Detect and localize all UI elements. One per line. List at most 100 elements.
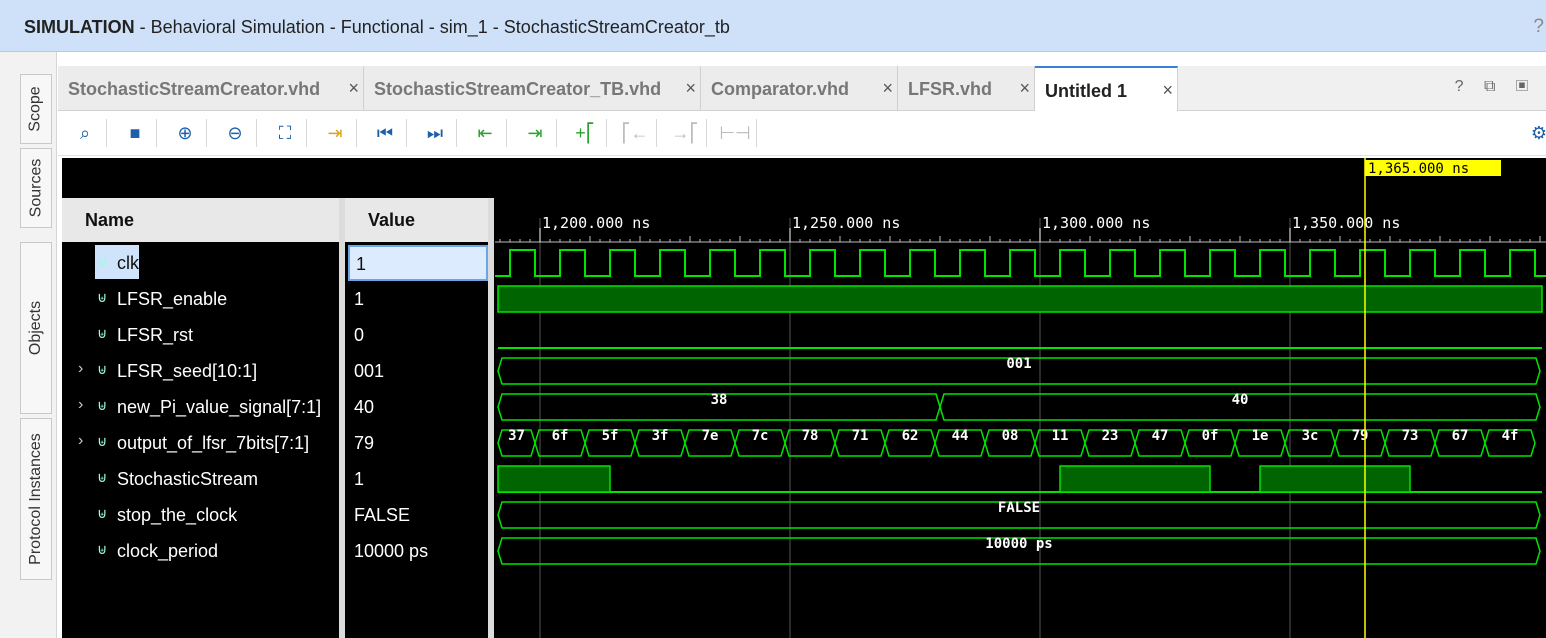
search-icon[interactable]: ⌕ bbox=[72, 120, 98, 146]
lfsr-output-value: 44 bbox=[952, 428, 969, 444]
zoom-fit-icon[interactable]: ⛶ bbox=[272, 120, 298, 146]
chevron-right-icon[interactable]: › bbox=[78, 432, 83, 450]
lfsr-output-value: 4f bbox=[1502, 428, 1519, 444]
stop-the-clock-value: FALSE bbox=[998, 500, 1040, 516]
help-icon[interactable]: ? bbox=[1533, 16, 1544, 38]
tab-label: Untitled 1 bbox=[1045, 81, 1128, 101]
stochastic-stream-high bbox=[497, 465, 611, 493]
tab-lfsr-vhd[interactable]: LFSR.vhd × bbox=[898, 66, 1035, 110]
signal-row-stochasticstream[interactable]: ⊎ StochasticStream bbox=[0, 461, 339, 497]
tab-label: StochasticStreamCreator_TB.vhd bbox=[374, 79, 662, 99]
lfsr-output-value: 08 bbox=[1002, 428, 1019, 444]
go-to-cursor-icon[interactable]: ⇥ bbox=[322, 120, 348, 146]
editor-tab-bar: StochasticStreamCreator.vhd × Stochastic… bbox=[58, 66, 1546, 112]
save-icon[interactable]: ■ bbox=[122, 120, 148, 146]
tick-label: 1,350.000 ns bbox=[1292, 214, 1400, 232]
lfsr-output-value: 1e bbox=[1252, 428, 1269, 444]
lfsr-enable-waveform bbox=[497, 285, 1543, 313]
cursor-time-label: 1,365.000 ns bbox=[1368, 161, 1469, 177]
lfsr-output-value: 3c bbox=[1302, 428, 1319, 444]
tick-label: 1,300.000 ns bbox=[1042, 214, 1150, 232]
signal-row-lfsr-rst[interactable]: ⊎ LFSR_rst bbox=[0, 317, 339, 353]
signal-row-stop-the-clock[interactable]: ⊎ stop_the_clock bbox=[0, 497, 339, 533]
zoom-out-icon[interactable]: ⊖ bbox=[222, 120, 248, 146]
go-to-last-time-icon[interactable]: ⏭ bbox=[422, 120, 448, 146]
bit-signal-icon: ⊎ bbox=[97, 541, 108, 557]
chevron-right-icon[interactable]: › bbox=[78, 360, 83, 378]
wave-toolbar: ⌕ ■ ⊕ ⊖ ⛶ ⇥ ⏮ ⏭ ⇤ ⇥ +⎡ ⎡← →⎡ ⊢⊣ ⚙ bbox=[58, 111, 1546, 156]
wave-divider[interactable] bbox=[488, 198, 494, 638]
tab-stochasticstreamcreator-tb-vhd[interactable]: StochasticStreamCreator_TB.vhd × bbox=[364, 66, 701, 110]
lfsr-output-value: 3f bbox=[652, 428, 669, 444]
go-to-time-0-icon[interactable]: ⏮ bbox=[372, 120, 398, 146]
clk-waveform bbox=[495, 249, 1546, 277]
stochastic-stream-high bbox=[1259, 465, 1411, 493]
tab-label: StochasticStreamCreator.vhd bbox=[68, 79, 321, 99]
tick-label: 1,200.000 ns bbox=[542, 214, 650, 232]
title-bar: SIMULATION - Behavioral Simulation - Fun… bbox=[0, 0, 1546, 52]
close-icon[interactable]: × bbox=[1162, 80, 1173, 101]
tab-label: Comparator.vhd bbox=[711, 79, 850, 99]
bus-signal-icon: ⊎ bbox=[97, 361, 108, 377]
selected-value-field[interactable]: 1 bbox=[348, 245, 488, 281]
close-icon[interactable]: × bbox=[1019, 78, 1030, 99]
close-icon[interactable]: × bbox=[882, 78, 893, 99]
new-pi-value-value: 40 bbox=[1232, 392, 1249, 408]
lfsr-output-value: 0f bbox=[1202, 428, 1219, 444]
swap-cursors-icon[interactable]: ⊢⊣ bbox=[719, 120, 750, 146]
bit-signal-icon: ⊎ bbox=[97, 325, 108, 341]
stochastic-stream-high bbox=[1059, 465, 1211, 493]
previous-transition-icon[interactable]: ⇤ bbox=[472, 120, 498, 146]
lfsr-output-value: 37 bbox=[508, 428, 525, 444]
lfsr-seed-value: 001 bbox=[1006, 356, 1031, 372]
lfsr-output-value: 7c bbox=[752, 428, 769, 444]
next-transition-icon[interactable]: ⇥ bbox=[522, 120, 548, 146]
signal-row-lfsr-enable[interactable]: ⊎ LFSR_enable bbox=[0, 281, 339, 317]
lfsr-output-value: 47 bbox=[1152, 428, 1169, 444]
new-pi-value-value: 38 bbox=[711, 392, 728, 408]
lfsr-output-value: 23 bbox=[1102, 428, 1119, 444]
next-marker-icon[interactable]: →⎡ bbox=[672, 120, 699, 146]
close-icon[interactable]: × bbox=[348, 78, 359, 99]
add-marker-icon[interactable]: +⎡ bbox=[572, 120, 598, 146]
lfsr-output-value: 71 bbox=[852, 428, 869, 444]
lfsr-output-value: 79 bbox=[1352, 428, 1369, 444]
settings-icon[interactable]: ⚙ bbox=[1526, 120, 1546, 146]
lfsr-output-value: 11 bbox=[1052, 428, 1069, 444]
zoom-in-icon[interactable]: ⊕ bbox=[172, 120, 198, 146]
tab-untitled-1[interactable]: Untitled 1 × bbox=[1035, 66, 1178, 112]
bit-signal-icon: ⊎ bbox=[97, 469, 108, 485]
clock-period-value: 10000 ps bbox=[985, 536, 1052, 552]
tab-comparator-vhd[interactable]: Comparator.vhd × bbox=[701, 66, 898, 110]
lfsr-output-value: 5f bbox=[602, 428, 619, 444]
lfsr-output-value: 6f bbox=[552, 428, 569, 444]
tick-label: 1,250.000 ns bbox=[792, 214, 900, 232]
tab-sources[interactable]: Sources bbox=[20, 148, 52, 228]
signal-row-clock-period[interactable]: ⊎ clock_period bbox=[0, 533, 339, 569]
previous-marker-icon[interactable]: ⎡← bbox=[622, 120, 649, 146]
waveform-canvas[interactable]: 1,200.000 ns 1,250.000 ns 1,300.000 ns 1,35… bbox=[495, 158, 1546, 638]
bit-signal-icon: ⊎ bbox=[97, 505, 108, 521]
tab-scope[interactable]: Scope bbox=[20, 74, 52, 144]
tab-label: LFSR.vhd bbox=[908, 79, 992, 99]
value-column-header[interactable]: Value bbox=[345, 198, 488, 242]
lfsr-output-value: 73 bbox=[1402, 428, 1419, 444]
tab-stochasticstreamcreator-vhd[interactable]: StochasticStreamCreator.vhd × bbox=[58, 66, 364, 110]
lfsr-output-value: 78 bbox=[802, 428, 819, 444]
bit-signal-icon: ⊎ bbox=[97, 289, 108, 305]
window-title: SIMULATION - Behavioral Simulation - Fun… bbox=[24, 17, 730, 37]
bit-signal-icon: ⊎ bbox=[97, 253, 108, 269]
lfsr-output-value: 67 bbox=[1452, 428, 1469, 444]
signal-row-lfsr-seed[interactable]: › ⊎ LFSR_seed[10:1] bbox=[0, 353, 339, 389]
lfsr-output-value: 62 bbox=[902, 428, 919, 444]
signal-row-output-of-lfsr-7bits[interactable]: › ⊎ output_of_lfsr_7bits[7:1] bbox=[0, 425, 339, 461]
signal-row-new-pi-value-signal[interactable]: › ⊎ new_Pi_value_signal[7:1] bbox=[0, 389, 339, 425]
signal-row-clk[interactable]: ⊎ clk bbox=[0, 245, 339, 281]
name-column-header[interactable]: Name bbox=[62, 198, 339, 242]
bus-signal-icon: ⊎ bbox=[97, 433, 108, 449]
tab-tools[interactable]: ? ⧉ ▣ bbox=[1455, 78, 1536, 96]
bus-signal-icon: ⊎ bbox=[97, 397, 108, 413]
column-divider[interactable] bbox=[339, 198, 345, 638]
chevron-right-icon[interactable]: › bbox=[78, 396, 83, 414]
close-icon[interactable]: × bbox=[685, 78, 696, 99]
